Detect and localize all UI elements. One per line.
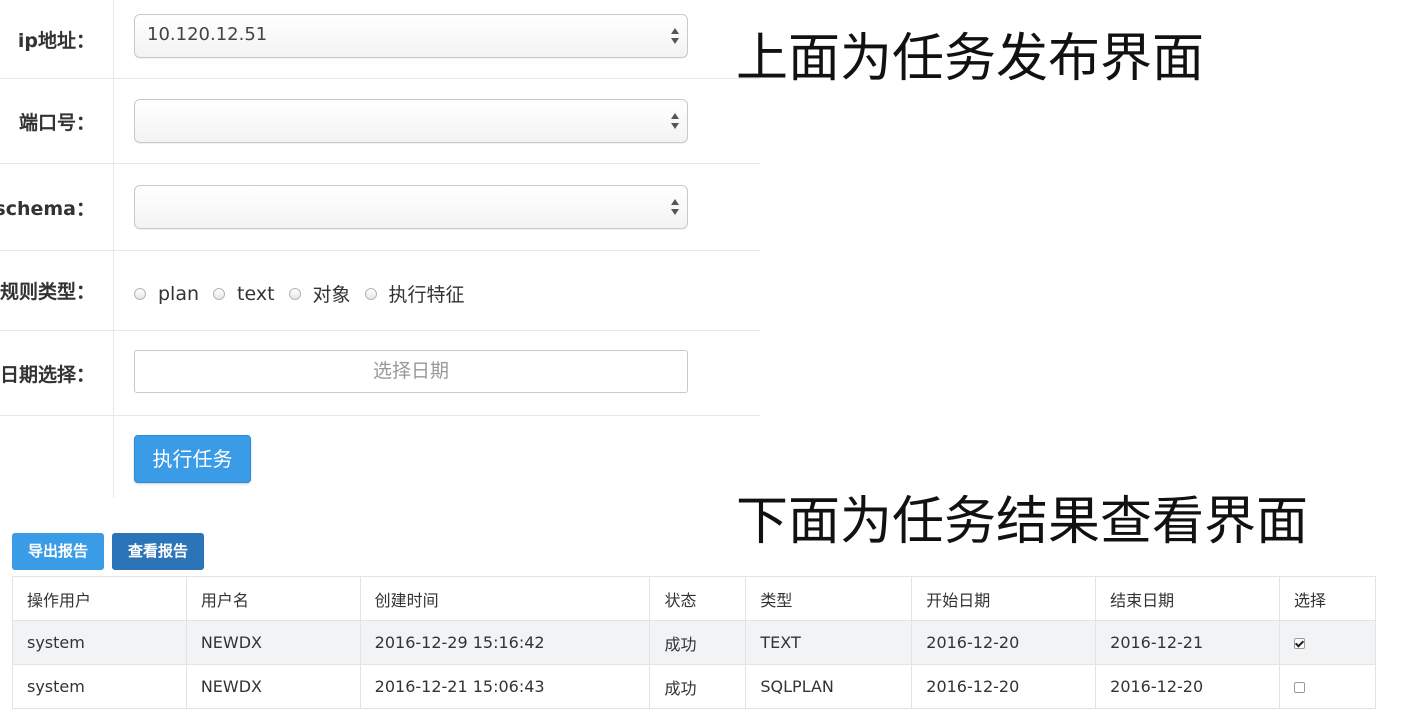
- ip-select-value: 10.120.12.51: [147, 24, 268, 45]
- cell-select: [1279, 664, 1376, 709]
- radio-text-label: text: [237, 282, 275, 305]
- column-header-start-date[interactable]: 开始日期: [911, 576, 1097, 621]
- rule-type-row: 规则类型： plan text 对象 执行特征: [0, 251, 760, 331]
- results-table: 操作用户 用户名 创建时间 状态 类型 开始日期 结束日期 选择 system …: [12, 576, 1376, 709]
- column-header-username[interactable]: 用户名: [185, 576, 361, 621]
- cell-start-date: 2016-12-20: [911, 620, 1097, 665]
- action-row: [0, 416, 760, 498]
- select-arrows-icon: [671, 113, 679, 129]
- cell-operator: system: [12, 620, 187, 665]
- radio-plan[interactable]: [134, 287, 146, 300]
- cell-start-date: 2016-12-20: [911, 664, 1097, 709]
- date-row: 日期选择： 选择日期: [0, 331, 760, 416]
- table-header-row: 操作用户 用户名 创建时间 状态 类型 开始日期 结束日期 选择: [12, 576, 1376, 621]
- cell-username: NEWDX: [185, 620, 361, 665]
- row-select-checkbox[interactable]: [1294, 682, 1306, 693]
- cell-created: 2016-12-21 15:06:43: [359, 664, 651, 709]
- column-header-created[interactable]: 创建时间: [359, 576, 651, 621]
- date-picker-input[interactable]: 选择日期: [134, 350, 688, 393]
- table-row[interactable]: system NEWDX 2016-12-21 15:06:43 成功 SQLP…: [12, 664, 1376, 709]
- schema-row: schema：: [0, 164, 760, 251]
- schema-label: schema：: [0, 164, 114, 250]
- column-header-status[interactable]: 状态: [649, 576, 747, 621]
- column-header-end-date[interactable]: 结束日期: [1095, 576, 1281, 621]
- ip-row: ip地址： 10.120.12.51: [0, 0, 760, 79]
- column-header-select: 选择: [1279, 576, 1376, 621]
- row-select-checkbox[interactable]: [1294, 638, 1306, 649]
- cell-created: 2016-12-29 15:16:42: [359, 620, 651, 665]
- select-arrows-icon: [671, 199, 679, 215]
- port-label: 端口号：: [0, 79, 114, 163]
- caption-top: 上面为任务发布界面: [736, 29, 1205, 89]
- cell-status: 成功: [649, 664, 747, 709]
- cell-end-date: 2016-12-20: [1095, 664, 1281, 709]
- port-row: 端口号：: [0, 79, 760, 164]
- radio-plan-label: plan: [158, 282, 200, 305]
- ip-select[interactable]: 10.120.12.51: [134, 14, 688, 58]
- schema-select[interactable]: [134, 185, 688, 229]
- cell-type: SQLPLAN: [745, 664, 913, 709]
- cell-operator: system: [12, 664, 187, 709]
- date-label: 日期选择：: [0, 331, 114, 415]
- rule-type-label: 规则类型：: [0, 251, 114, 330]
- select-arrows-icon: [671, 28, 679, 44]
- port-select[interactable]: [134, 99, 688, 143]
- column-header-type[interactable]: 类型: [745, 576, 913, 621]
- export-report-button[interactable]: 导出报告: [12, 533, 104, 570]
- radio-object-label: 对象: [312, 284, 351, 306]
- radio-exec-feature[interactable]: [364, 287, 377, 300]
- radio-object[interactable]: [288, 287, 301, 300]
- cell-status: 成功: [649, 620, 747, 665]
- cell-end-date: 2016-12-21: [1095, 620, 1281, 665]
- caption-bottom: 下面为任务结果查看界面: [736, 492, 1309, 552]
- ip-label: ip地址：: [0, 0, 114, 78]
- cell-type: TEXT: [745, 620, 913, 665]
- rule-type-radio-group: plan text 对象 执行特征: [134, 280, 479, 307]
- run-task-button[interactable]: 执行任务: [134, 435, 251, 483]
- cell-select: [1279, 620, 1376, 665]
- table-row[interactable]: system NEWDX 2016-12-29 15:16:42 成功 TEXT…: [12, 620, 1376, 665]
- cell-username: NEWDX: [185, 664, 361, 709]
- view-report-button[interactable]: 查看报告: [112, 533, 204, 570]
- action-row-label-cell: [0, 416, 114, 498]
- radio-text[interactable]: [213, 287, 226, 300]
- radio-exec-feature-label: 执行特征: [388, 284, 465, 306]
- column-header-operator[interactable]: 操作用户: [12, 576, 187, 621]
